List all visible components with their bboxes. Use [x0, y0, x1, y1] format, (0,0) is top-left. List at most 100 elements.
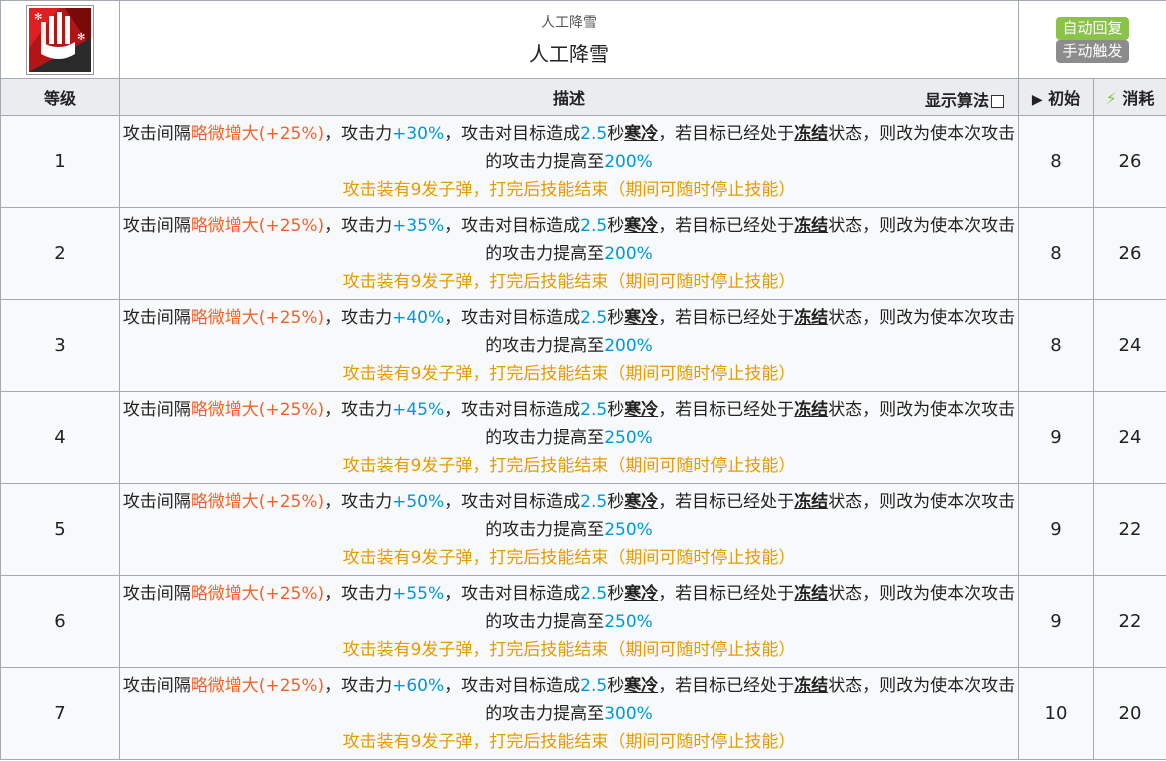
initial-sp-cell: 9	[1018, 391, 1094, 484]
snow-fist-icon: ✻ ✻	[27, 5, 93, 74]
keyword-freeze-link[interactable]: 冻结	[794, 676, 828, 696]
keyword-freeze-link[interactable]: 冻结	[794, 492, 828, 512]
initial-sp-cell: 9	[1018, 575, 1094, 668]
desc-text: 攻击间隔	[122, 123, 191, 144]
desc-text: ，若目标已经处于	[658, 215, 795, 236]
cold-duration: 2.5	[580, 583, 608, 604]
interval-change: 略微增大(+25%)	[190, 399, 325, 420]
cold-duration: 2.5	[580, 491, 608, 512]
desc-text: 秒	[607, 123, 625, 144]
tag-auto-recovery: 自动回复	[1056, 16, 1129, 40]
show-algorithm-toggle[interactable]: 显示算法	[925, 87, 1004, 111]
initial-label: 初始	[1048, 89, 1081, 108]
desc-text: ，若目标已经处于	[658, 675, 795, 696]
sp-cost-cell: 20	[1093, 667, 1166, 760]
atk-bonus: +50%	[392, 491, 445, 512]
desc-text: 攻击间隔	[122, 215, 191, 236]
ammo-note: 攻击装有9发子弹，打完后技能结束（期间可随时停止技能）	[342, 179, 796, 200]
col-cost-header: ⚡ 消耗	[1093, 78, 1166, 116]
table-row: 2 攻击间隔略微增大(+25%)，攻击力+35%，攻击对目标造成2.5秒寒冷，若目…	[0, 207, 1166, 300]
keyword-freeze-link[interactable]: 冻结	[794, 584, 828, 604]
desc-text: 攻击间隔	[122, 307, 191, 328]
desc-text: 秒	[607, 215, 625, 236]
desc-text: ，攻击力	[324, 491, 393, 512]
sp-cost-cell: 22	[1093, 575, 1166, 668]
lightning-icon: ⚡	[1105, 89, 1117, 108]
table-row: 6 攻击间隔略微增大(+25%)，攻击力+55%，攻击对目标造成2.5秒寒冷，若目…	[0, 575, 1166, 668]
atk-bonus: +55%	[392, 583, 445, 604]
keyword-cold-link[interactable]: 寒冷	[624, 216, 658, 236]
skill-tags-cell: 自动回复手动触发	[1018, 0, 1166, 79]
atk-boost: 250%	[604, 519, 653, 540]
level-cell: 2	[0, 207, 120, 300]
atk-bonus: +60%	[392, 675, 445, 696]
initial-sp-cell: 8	[1018, 207, 1094, 300]
interval-change: 略微增大(+25%)	[190, 491, 325, 512]
description-cell: 攻击间隔略微增大(+25%)，攻击力+50%，攻击对目标造成2.5秒寒冷，若目标…	[119, 483, 1019, 576]
desc-text: 攻击间隔	[122, 491, 191, 512]
show-algorithm-checkbox[interactable]	[991, 95, 1004, 108]
interval-change: 略微增大(+25%)	[190, 215, 325, 236]
ammo-note: 攻击装有9发子弹，打完后技能结束（期间可随时停止技能）	[342, 731, 796, 752]
desc-text: ，攻击对目标造成	[444, 399, 581, 420]
desc-text: 秒	[607, 675, 625, 696]
skill-header-row: ✻ ✻ 人工降雪 人工降雪 自动回复手动触发	[0, 0, 1166, 79]
description-line: 攻击间隔略微增大(+25%)，攻击力+35%，攻击对目标造成2.5秒寒冷，若目标…	[120, 212, 1018, 268]
desc-text: 秒	[607, 583, 625, 604]
desc-text: ，攻击对目标造成	[444, 123, 581, 144]
skill-icon-cell: ✻ ✻	[0, 0, 120, 79]
desc-text: 攻击间隔	[122, 583, 191, 604]
description-cell: 攻击间隔略微增大(+25%)，攻击力+45%，攻击对目标造成2.5秒寒冷，若目标…	[119, 391, 1019, 484]
desc-text: ，若目标已经处于	[658, 583, 795, 604]
keyword-cold-link[interactable]: 寒冷	[624, 492, 658, 512]
desc-text: ，攻击力	[324, 399, 393, 420]
table-row: 7 攻击间隔略微增大(+25%)，攻击力+60%，攻击对目标造成2.5秒寒冷，若目…	[0, 667, 1166, 760]
initial-sp-cell: 8	[1018, 115, 1094, 208]
sp-cost-cell: 24	[1093, 391, 1166, 484]
svg-text:✻: ✻	[34, 12, 42, 23]
description-cell: 攻击间隔略微增大(+25%)，攻击力+30%，攻击对目标造成2.5秒寒冷，若目标…	[119, 115, 1019, 208]
ammo-note: 攻击装有9发子弹，打完后技能结束（期间可随时停止技能）	[342, 271, 796, 292]
show-algorithm-label: 显示算法	[924, 91, 989, 110]
desc-text: ，攻击对目标造成	[444, 583, 581, 604]
level-cell: 6	[0, 575, 120, 668]
keyword-freeze-link[interactable]: 冻结	[794, 124, 828, 144]
desc-text: ，攻击力	[324, 675, 393, 696]
skill-table: ✻ ✻ 人工降雪 人工降雪 自动回复手动触发 等级 描述 显示算法 ▶ 初始 ⚡…	[0, 0, 1166, 760]
atk-boost: 250%	[604, 611, 653, 632]
keyword-cold-link[interactable]: 寒冷	[624, 308, 658, 328]
keyword-cold-link[interactable]: 寒冷	[624, 584, 658, 604]
keyword-freeze-link[interactable]: 冻结	[794, 308, 828, 328]
sp-cost-cell: 22	[1093, 483, 1166, 576]
keyword-freeze-link[interactable]: 冻结	[794, 400, 828, 420]
play-icon: ▶	[1031, 92, 1043, 108]
desc-text: 攻击间隔	[122, 675, 191, 696]
interval-change: 略微增大(+25%)	[190, 307, 325, 328]
desc-text: ，若目标已经处于	[658, 491, 795, 512]
keyword-cold-link[interactable]: 寒冷	[624, 400, 658, 420]
initial-sp-cell: 10	[1018, 667, 1094, 760]
skill-name-cell: 人工降雪 人工降雪	[119, 0, 1019, 79]
description-line: 攻击间隔略微增大(+25%)，攻击力+50%，攻击对目标造成2.5秒寒冷，若目标…	[120, 488, 1018, 544]
skill-name: 人工降雪	[529, 42, 609, 66]
description-line: 攻击间隔略微增大(+25%)，攻击力+40%，攻击对目标造成2.5秒寒冷，若目标…	[120, 304, 1018, 360]
cold-duration: 2.5	[580, 675, 608, 696]
cost-label: 消耗	[1122, 89, 1155, 108]
table-row: 3 攻击间隔略微增大(+25%)，攻击力+40%，攻击对目标造成2.5秒寒冷，若目…	[0, 299, 1166, 392]
keyword-cold-link[interactable]: 寒冷	[624, 676, 658, 696]
ammo-note: 攻击装有9发子弹，打完后技能结束（期间可随时停止技能）	[342, 363, 796, 384]
level-cell: 7	[0, 667, 120, 760]
sp-cost-cell: 26	[1093, 207, 1166, 300]
description-line: 攻击间隔略微增大(+25%)，攻击力+30%，攻击对目标造成2.5秒寒冷，若目标…	[120, 120, 1018, 176]
desc-text: ，攻击力	[324, 123, 393, 144]
desc-text: ，攻击对目标造成	[444, 675, 581, 696]
atk-boost: 300%	[604, 703, 653, 724]
sp-cost-cell: 26	[1093, 115, 1166, 208]
atk-boost: 200%	[604, 151, 653, 172]
keyword-freeze-link[interactable]: 冻结	[794, 216, 828, 236]
ammo-note: 攻击装有9发子弹，打完后技能结束（期间可随时停止技能）	[342, 455, 796, 476]
atk-bonus: +40%	[392, 307, 445, 328]
cold-duration: 2.5	[580, 399, 608, 420]
atk-bonus: +45%	[392, 399, 445, 420]
keyword-cold-link[interactable]: 寒冷	[624, 124, 658, 144]
